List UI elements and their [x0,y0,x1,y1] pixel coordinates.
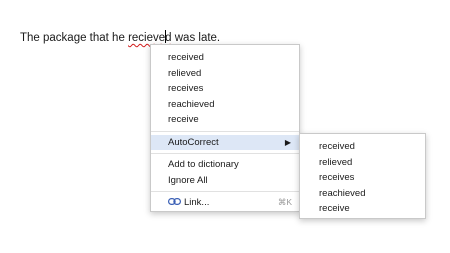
link-label: Link... [184,197,210,208]
link-shortcut: ⌘K [277,197,292,207]
autocorrect-submenu: received relieved receives reachieved re… [299,133,426,219]
autocorrect-option[interactable]: received [300,139,425,155]
autocorrect-menu-item[interactable]: AutoCorrect ▶ [151,134,299,150]
suggestion-item[interactable]: receive [151,112,299,128]
suggestion-item[interactable]: relieved [151,66,299,82]
misspelled-word-part1: recieve [128,32,166,44]
suggestion-item[interactable]: received [151,50,299,66]
ignore-all-item[interactable]: Ignore All [151,173,299,189]
add-to-dictionary-item[interactable]: Add to dictionary [151,157,299,173]
suggestion-item[interactable]: receives [151,81,299,97]
autocorrect-option[interactable]: relieved [300,155,425,171]
text-after: was late. [171,32,221,44]
document-text-line[interactable]: The package that he recieved was late. [20,30,220,44]
menu-separator [151,191,299,192]
link-menu-item[interactable]: Link... ⌘K [151,195,299,211]
menu-separator [151,153,299,154]
context-menu: received relieved receives reachieved re… [150,44,300,212]
autocorrect-label: AutoCorrect [168,136,219,148]
link-icon [168,195,182,206]
misspelled-word[interactable]: recieved [128,30,172,44]
autocorrect-option[interactable]: receive [300,201,425,217]
autocorrect-option[interactable]: receives [300,170,425,186]
triangle-right-icon: ▶ [284,137,291,147]
menu-separator [151,130,299,132]
autocorrect-option[interactable]: reachieved [300,186,425,202]
suggestion-item[interactable]: reachieved [151,97,299,113]
text-before: The package that he [20,32,129,44]
